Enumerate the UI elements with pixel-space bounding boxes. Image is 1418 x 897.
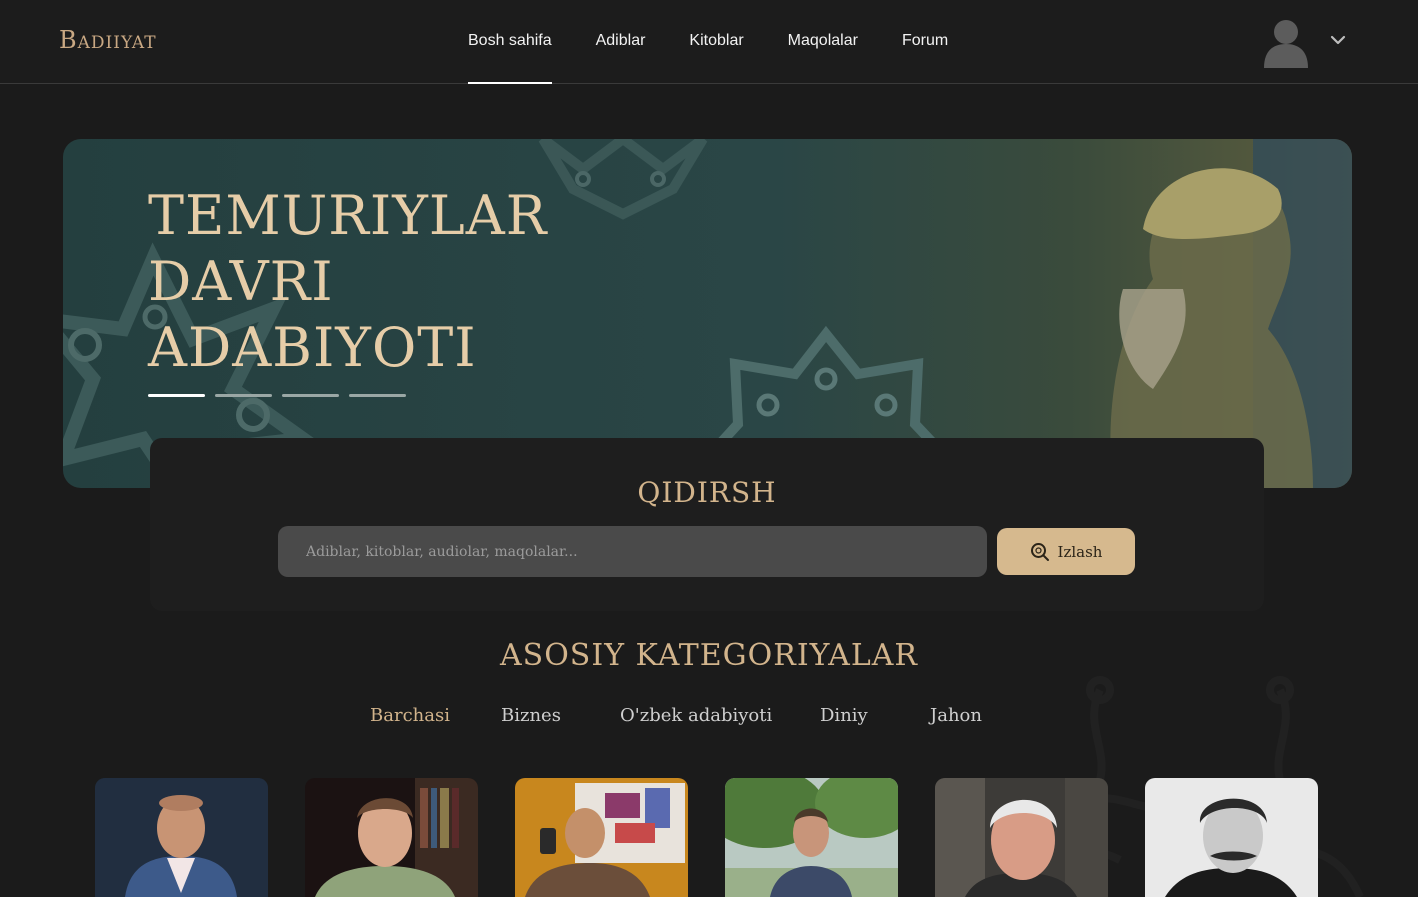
author-photo [305, 778, 478, 897]
site-logo[interactable]: Badiiyat [59, 26, 157, 54]
nav-kitoblar[interactable]: Kitoblar [689, 0, 743, 84]
slide-indicator-2[interactable] [215, 394, 272, 397]
chevron-down-icon[interactable] [1328, 30, 1348, 50]
slide-indicator-4[interactable] [349, 394, 406, 397]
author-photo [935, 778, 1108, 897]
nav-adiblar[interactable]: Adiblar [596, 0, 646, 84]
author-photo [1145, 778, 1318, 897]
slide-indicator-3[interactable] [282, 394, 339, 397]
nav-bosh-sahifa[interactable]: Bosh sahifa [468, 0, 552, 84]
author-card-1[interactable] [95, 778, 268, 897]
author-card-6[interactable] [1145, 778, 1318, 897]
search-panel: Qidirsh Izlash [150, 438, 1264, 611]
category-tab-diniy[interactable]: Diniy [820, 705, 868, 726]
search-button[interactable]: Izlash [997, 528, 1135, 575]
category-tab-barchasi[interactable]: Barchasi [370, 705, 450, 726]
search-input[interactable] [278, 526, 987, 577]
author-card-3[interactable] [515, 778, 688, 897]
hero-banner: Temuriylar davri adabiyoti [63, 139, 1352, 488]
hero-title: Temuriylar davri adabiyoti [148, 184, 548, 379]
main-nav: Bosh sahifa Adiblar Kitoblar Maqolalar F… [468, 0, 992, 84]
nav-forum[interactable]: Forum [902, 0, 948, 84]
header: Badiiyat Bosh sahifa Adiblar Kitoblar Ma… [0, 0, 1418, 84]
slide-indicator-1[interactable] [148, 394, 205, 397]
nav-maqolalar[interactable]: Maqolalar [788, 0, 858, 84]
search-button-label: Izlash [1057, 542, 1103, 561]
author-photo [515, 778, 688, 897]
category-tab-jahon[interactable]: Jahon [930, 705, 982, 726]
categories-title: Asosiy kategoriyalar [500, 638, 918, 673]
author-card-4[interactable] [725, 778, 898, 897]
author-photo [95, 778, 268, 897]
slider-indicators [148, 394, 416, 397]
author-card-2[interactable] [305, 778, 478, 897]
author-photo [725, 778, 898, 897]
category-tab-biznes[interactable]: Biznes [501, 705, 561, 726]
search-title: Qidirsh [637, 476, 777, 509]
category-tab-ozbek-adabiyoti[interactable]: O'zbek adabiyoti [620, 705, 772, 726]
user-avatar-icon[interactable] [1262, 16, 1310, 68]
author-card-5[interactable] [935, 778, 1108, 897]
search-icon [1030, 542, 1049, 561]
